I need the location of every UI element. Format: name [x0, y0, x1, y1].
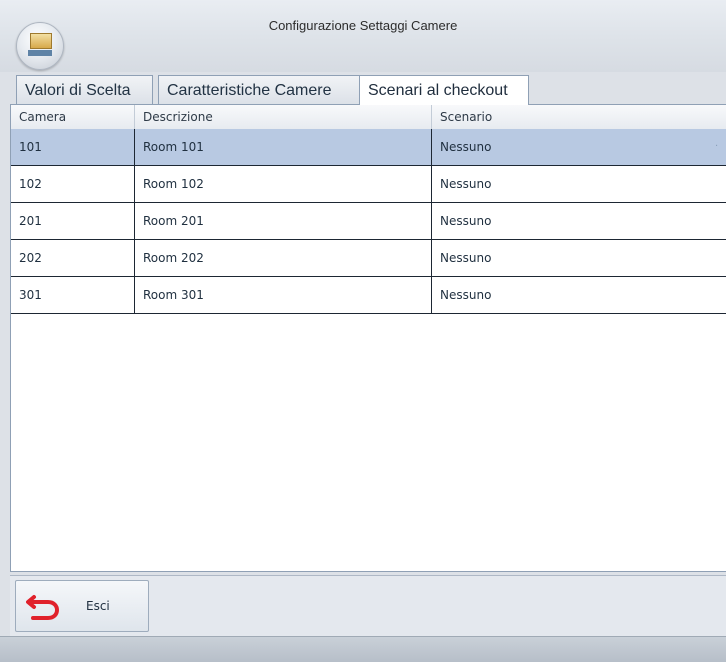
cell-camera[interactable]: 102 [11, 166, 135, 202]
exit-button-label: Esci [86, 599, 110, 613]
table-row[interactable]: 301 Room 301 Nessuno [11, 277, 726, 314]
tab-valori-di-scelta[interactable]: Valori di Scelta [16, 75, 153, 104]
cell-descrizione[interactable]: Room 202 [135, 240, 432, 276]
cell-scenario[interactable]: Nessuno [432, 166, 726, 202]
cell-scenario[interactable]: Nessuno [432, 203, 726, 239]
table-row[interactable]: 101 Room 101 Nessuno · [11, 129, 726, 166]
grid-header: Camera Descrizione Scenario [11, 105, 726, 130]
tab-scenari-al-checkout[interactable]: Scenari al checkout [359, 75, 529, 105]
window-title: Configurazione Settaggi Camere [268, 18, 458, 33]
cell-scenario[interactable]: Nessuno [432, 240, 726, 276]
cell-descrizione[interactable]: Room 201 [135, 203, 432, 239]
title-bar: Configurazione Settaggi Camere [0, 0, 726, 72]
undo-arrow-icon [26, 595, 60, 620]
cell-descrizione[interactable]: Room 101 [135, 129, 432, 165]
window: Configurazione Settaggi Camere Valori di… [0, 0, 726, 662]
dropdown-indicator-icon[interactable]: · [715, 142, 723, 152]
table-row[interactable]: 102 Room 102 Nessuno [11, 166, 726, 203]
cell-descrizione[interactable]: Room 102 [135, 166, 432, 202]
cell-camera[interactable]: 301 [11, 277, 135, 313]
cell-camera[interactable]: 201 [11, 203, 135, 239]
cell-scenario[interactable]: Nessuno [432, 129, 726, 165]
bottom-toolbar: Esci [10, 575, 726, 636]
app-logo-icon [30, 33, 52, 49]
tab-caratteristiche-camere[interactable]: Caratteristiche Camere [158, 75, 364, 104]
table-row[interactable]: 202 Room 202 Nessuno [11, 240, 726, 277]
cell-scenario[interactable]: Nessuno [432, 277, 726, 313]
rooms-grid[interactable]: Camera Descrizione Scenario 101 Room 101… [10, 105, 726, 572]
cell-camera[interactable]: 101 [11, 129, 135, 165]
exit-button[interactable]: Esci [15, 580, 149, 632]
cell-camera[interactable]: 202 [11, 240, 135, 276]
tab-strip: Valori di Scelta Caratteristiche Camere … [10, 75, 726, 105]
cell-descrizione[interactable]: Room 301 [135, 277, 432, 313]
status-bar [0, 636, 726, 662]
column-header-descrizione[interactable]: Descrizione [135, 105, 432, 129]
column-header-camera[interactable]: Camera [11, 105, 135, 129]
vimar-logo-mark [28, 50, 52, 56]
column-header-scenario[interactable]: Scenario [432, 105, 726, 129]
table-row[interactable]: 201 Room 201 Nessuno [11, 203, 726, 240]
